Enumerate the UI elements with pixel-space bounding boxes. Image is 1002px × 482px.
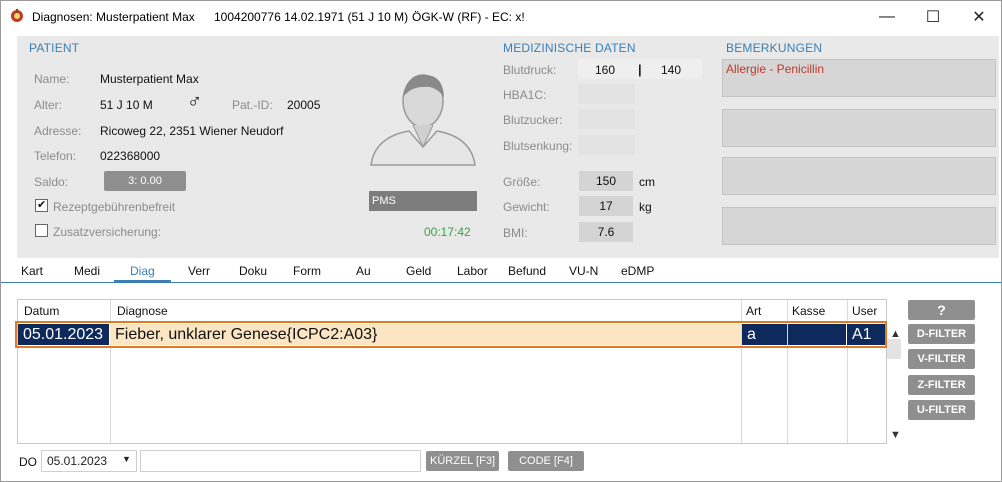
tab-befund[interactable]: Befund — [508, 264, 546, 278]
col-header-user[interactable]: User — [852, 304, 877, 318]
window-title-patient: 1004200776 14.02.1971 (51 J 10 M) — [214, 10, 409, 24]
session-timer: 00:17:42 — [424, 225, 471, 239]
bp-separator: | — [638, 62, 642, 77]
name-label: Name: — [34, 72, 70, 86]
help-button[interactable]: ? — [908, 300, 975, 320]
col-header-diagnose[interactable]: Diagnose — [117, 304, 168, 318]
tab-kart[interactable]: Kart — [21, 264, 43, 278]
sedimentation-field[interactable] — [578, 135, 635, 155]
blood-sugar-field[interactable] — [578, 109, 635, 129]
patient-avatar-icon[interactable] — [369, 67, 477, 167]
bmi-value: 7.6 — [579, 222, 633, 242]
close-button[interactable]: ✕ — [956, 1, 1002, 32]
row-datum[interactable]: 05.01.2023 — [18, 324, 109, 345]
remark-text-1: Allergie - Penicillin — [726, 62, 825, 76]
bp-systolic: 160 — [595, 63, 616, 77]
pat-id-label: Pat.-ID: — [232, 98, 273, 112]
window-title-insurance: ÖGK-W (RF) - EC: x! — [412, 10, 525, 24]
do-label: DO — [19, 455, 37, 469]
bmi-label: BMI: — [503, 226, 528, 240]
bp-label: Blutdruck: — [503, 63, 557, 77]
d-filter-button[interactable]: D-FILTER — [908, 324, 975, 344]
weight-label: Gewicht: — [503, 200, 550, 214]
address-label: Adresse: — [34, 124, 82, 138]
tab-au[interactable]: Au — [356, 264, 371, 278]
rezept-label: Rezeptgebührenbefreit — [53, 200, 176, 214]
sedimentation-label: Blutsenkung: — [503, 139, 573, 153]
col-header-art[interactable]: Art — [746, 304, 761, 318]
patient-phone: 022368000 — [100, 149, 161, 163]
active-tab-indicator — [114, 280, 171, 283]
remark-field-4[interactable] — [722, 207, 996, 245]
title-bar: Diagnosen: Musterpatient Max 1004200776 … — [1, 1, 1001, 32]
tab-vu-n[interactable]: VU-N — [569, 264, 598, 278]
patient-age: 51 J 10 M — [100, 98, 153, 112]
tab-diag[interactable]: Diag — [130, 264, 155, 278]
app-logo-icon — [11, 9, 23, 22]
blood-sugar-label: Blutzucker: — [503, 113, 563, 127]
patient-address: Ricoweg 22, 2351 Wiener Neudorf — [100, 124, 284, 138]
phone-label: Telefon: — [34, 149, 77, 163]
kuerzel-button[interactable]: KÜRZEL [F3] — [426, 451, 499, 471]
weight-value[interactable]: 17 — [579, 196, 633, 216]
hba1c-field[interactable] — [578, 84, 635, 104]
tab-labor[interactable]: Labor — [457, 264, 488, 278]
remark-field-3[interactable] — [722, 157, 996, 195]
col-header-kasse[interactable]: Kasse — [792, 304, 825, 318]
tab-geld[interactable]: Geld — [406, 264, 431, 278]
diagnosen-window: Diagnosen: Musterpatient Max 1004200776 … — [0, 0, 1002, 482]
maximize-button[interactable]: ☐ — [910, 1, 956, 32]
patient-section-title: PATIENT — [29, 41, 80, 55]
window-title: Diagnosen: Musterpatient Max — [32, 10, 195, 24]
minimize-button[interactable]: — — [864, 1, 910, 32]
tab-medi[interactable]: Medi — [74, 264, 100, 278]
scrollbar-thumb[interactable] — [887, 339, 901, 359]
height-unit: cm — [639, 175, 655, 189]
v-filter-button[interactable]: V-FILTER — [908, 349, 975, 369]
height-value[interactable]: 150 — [579, 171, 633, 191]
tab-doku[interactable]: Doku — [239, 264, 267, 278]
weight-unit: kg — [639, 200, 652, 214]
rezept-checkbox[interactable] — [35, 198, 48, 212]
zusatz-label: Zusatzversicherung: — [53, 225, 162, 239]
remarks-section-title: BEMERKUNGEN — [726, 41, 823, 55]
tab-edmp[interactable]: eDMP — [621, 264, 654, 278]
row-art[interactable]: a — [742, 324, 787, 345]
code-button[interactable]: CODE [F4] — [508, 451, 584, 471]
patient-id: 20005 — [287, 98, 321, 112]
age-label: Alter: — [34, 98, 63, 112]
patient-name: Musterpatient Max — [100, 72, 199, 86]
row-kasse[interactable] — [788, 324, 846, 345]
row-diagnose[interactable]: Fieber, unklarer Genese{ICPC2:A03} — [110, 324, 741, 345]
hba1c-label: HBA1C: — [503, 88, 547, 102]
saldo-button[interactable]: 3: 0.00 — [104, 171, 186, 191]
zusatz-checkbox[interactable] — [35, 224, 48, 237]
remark-field-2[interactable] — [722, 109, 996, 147]
male-icon: ♂ — [187, 91, 202, 113]
u-filter-button[interactable]: U-FILTER — [908, 400, 975, 420]
height-label: Größe: — [503, 175, 541, 189]
row-user[interactable]: A1 — [847, 324, 885, 345]
scroll-down-icon[interactable]: ▼ — [890, 429, 901, 441]
tab-form[interactable]: Form — [293, 264, 321, 278]
saldo-label: Saldo: — [34, 175, 69, 189]
bp-diastolic: 140 — [661, 63, 682, 77]
tab-verr[interactable]: Verr — [188, 264, 210, 278]
z-filter-button[interactable]: Z-FILTER — [908, 375, 975, 395]
pms-bar[interactable]: PMS — [369, 191, 477, 211]
medical-section-title: MEDIZINISCHE DATEN — [503, 41, 636, 55]
diagnosis-input[interactable] — [140, 450, 421, 472]
chevron-down-icon[interactable]: ▼ — [122, 454, 131, 464]
col-header-datum[interactable]: Datum — [24, 304, 59, 318]
